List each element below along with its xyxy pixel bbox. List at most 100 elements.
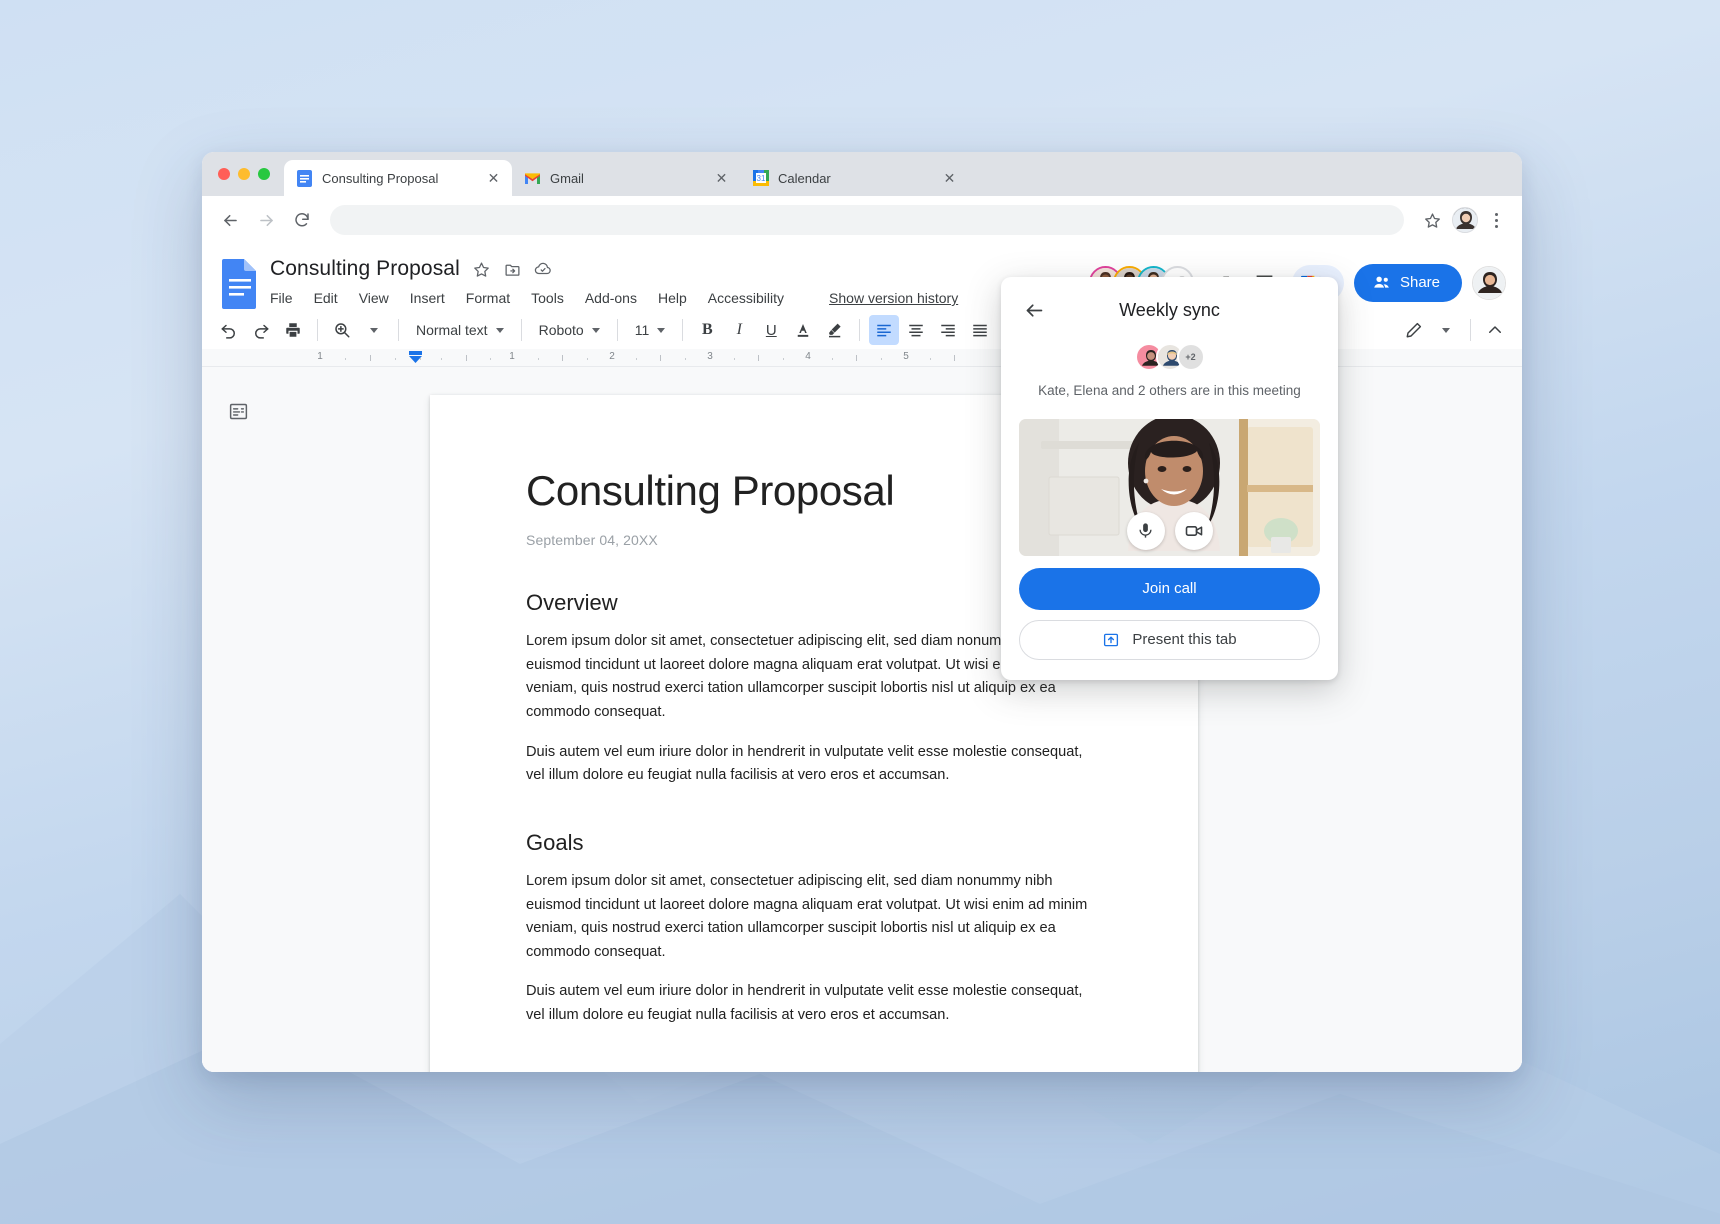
menu-tools[interactable]: Tools <box>531 290 564 306</box>
meeting-participant-avatars[interactable]: +2 <box>1019 343 1320 371</box>
tab-close-button[interactable]: ✕ <box>485 170 502 187</box>
share-button-label: Share <box>1399 274 1440 291</box>
calendar-icon: 31 <box>752 170 769 187</box>
back-arrow-icon[interactable] <box>214 204 246 236</box>
menu-format[interactable]: Format <box>466 290 510 306</box>
ruler-number: 5 <box>903 351 909 362</box>
window-traffic-lights <box>214 152 284 196</box>
chevron-down-icon <box>495 327 504 333</box>
tab-close-button[interactable]: ✕ <box>713 170 730 187</box>
tab-title: Calendar <box>778 170 831 186</box>
align-justify-icon[interactable] <box>965 315 995 345</box>
font-family-select[interactable]: Roboto <box>531 315 608 345</box>
google-meet-popup: Weekly sync +2 Kate, Elena and 2 others … <box>1001 277 1338 680</box>
browser-profile-avatar[interactable] <box>1452 207 1478 233</box>
menu-edit[interactable]: Edit <box>314 290 338 306</box>
menu-view[interactable]: View <box>359 290 389 306</box>
microphone-icon[interactable] <box>1126 511 1165 550</box>
tab-consulting-proposal[interactable]: Consulting Proposal ✕ <box>284 160 512 196</box>
tab-strip: Consulting Proposal ✕ Gmail ✕ 31 Calenda… <box>202 152 1522 196</box>
redo-icon[interactable] <box>246 315 276 345</box>
join-call-button[interactable]: Join call <box>1019 567 1320 610</box>
kebab-menu-icon[interactable] <box>1482 204 1510 236</box>
meet-popup-header: Weekly sync <box>1019 293 1320 327</box>
align-center-icon[interactable] <box>901 315 931 345</box>
underline-label: U <box>765 321 777 339</box>
star-icon[interactable] <box>1416 204 1448 236</box>
present-this-tab-button[interactable]: Present this tab <box>1019 619 1320 660</box>
show-version-history-link[interactable]: Show version history <box>829 290 958 306</box>
toolbar-divider <box>682 319 684 341</box>
print-icon[interactable] <box>278 315 308 345</box>
align-left-icon[interactable] <box>869 315 900 345</box>
chevron-up-icon[interactable] <box>1480 315 1510 345</box>
italic-button[interactable]: I <box>724 315 754 345</box>
star-icon[interactable] <box>472 260 491 279</box>
reload-icon[interactable] <box>286 204 318 236</box>
edit-mode-caret[interactable] <box>1431 315 1461 345</box>
bold-label: B <box>701 321 713 338</box>
menu-help[interactable]: Help <box>658 290 687 306</box>
participant-overflow-badge[interactable]: +2 <box>1176 343 1205 371</box>
toolbar-divider <box>616 319 618 341</box>
docs-logo-icon <box>220 258 260 310</box>
chevron-down-icon <box>1442 327 1450 333</box>
present-tab-icon <box>1102 631 1120 649</box>
present-this-tab-label: Present this tab <box>1132 631 1237 649</box>
menu-file[interactable]: File <box>270 290 293 306</box>
font-size-select[interactable]: 11 <box>627 315 674 345</box>
share-people-icon <box>1374 276 1389 288</box>
minimize-window-button[interactable] <box>238 168 250 180</box>
menu-addons[interactable]: Add-ons <box>585 290 637 306</box>
ruler-number: 2 <box>609 351 615 362</box>
section-paragraph: Duis autem vel eum iriure dolor in hendr… <box>526 743 1083 784</box>
font-size-value: 11 <box>634 322 650 338</box>
camera-preview <box>1019 418 1320 556</box>
gmail-icon <box>524 170 541 187</box>
video-camera-icon[interactable] <box>1174 511 1213 550</box>
doc-title-row: Consulting Proposal <box>270 254 1089 284</box>
meeting-participants-text: Kate, Elena and 2 others are in this mee… <box>1038 383 1301 398</box>
maximize-window-button[interactable] <box>258 168 270 180</box>
menu-accessibility[interactable]: Accessibility <box>708 290 784 306</box>
toolbar-divider <box>398 319 399 341</box>
bold-button[interactable]: B <box>692 315 722 345</box>
menu-insert[interactable]: Insert <box>410 290 445 306</box>
zoom-dropdown-caret[interactable] <box>359 315 389 345</box>
camera-preview-controls <box>1126 511 1213 550</box>
docs-title-and-menu: Consulting Proposal File Edit View Inser… <box>270 254 1089 311</box>
address-bar[interactable] <box>330 205 1404 235</box>
docs-menubar: File Edit View Insert Format Tools Add-o… <box>270 285 1089 311</box>
tab-close-button[interactable]: ✕ <box>941 170 958 187</box>
ruler-number: 4 <box>805 351 811 362</box>
pencil-icon[interactable] <box>1399 315 1429 345</box>
align-right-icon[interactable] <box>933 315 963 345</box>
chevron-down-icon <box>370 327 378 333</box>
forward-arrow-icon[interactable] <box>250 204 282 236</box>
text-color-icon[interactable] <box>788 315 818 345</box>
toolbar-divider <box>317 319 318 341</box>
section-paragraph: Lorem ipsum dolor sit amet, consectetuer… <box>526 872 1088 960</box>
zoom-icon[interactable] <box>327 315 357 345</box>
paragraph-style-select[interactable]: Normal text <box>408 315 512 345</box>
highlight-icon[interactable] <box>820 315 850 345</box>
ruler-number: 1 <box>509 351 515 362</box>
saved-to-drive-icon[interactable] <box>534 260 553 279</box>
italic-label: I <box>736 321 742 338</box>
tab-calendar[interactable]: 31 Calendar ✕ <box>740 160 968 196</box>
undo-icon[interactable] <box>214 315 244 345</box>
close-window-button[interactable] <box>218 168 230 180</box>
doc-title[interactable]: Consulting Proposal <box>270 257 460 281</box>
underline-button[interactable]: U <box>756 315 786 345</box>
toolbar-divider <box>1470 319 1471 341</box>
tab-title: Gmail <box>550 170 584 186</box>
tab-gmail[interactable]: Gmail ✕ <box>512 160 740 196</box>
account-avatar[interactable] <box>1472 265 1506 300</box>
document-outline-icon[interactable] <box>224 397 252 425</box>
tab-title: Consulting Proposal <box>322 170 439 186</box>
font-family-value: Roboto <box>538 322 584 338</box>
left-indent-marker[interactable] <box>409 350 422 364</box>
svg-text:31: 31 <box>756 174 765 183</box>
share-button[interactable]: Share <box>1353 263 1462 302</box>
move-to-folder-icon[interactable] <box>503 260 522 279</box>
